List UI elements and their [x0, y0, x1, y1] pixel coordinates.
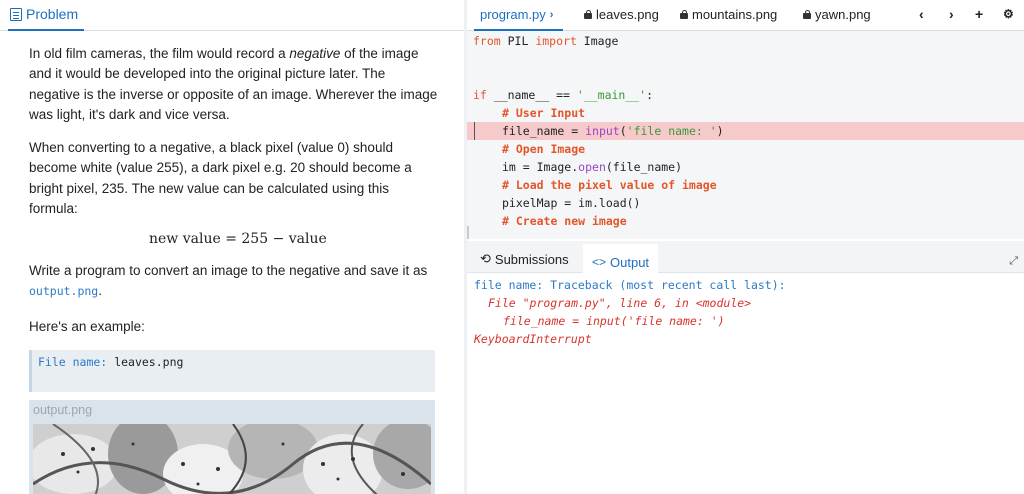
- code-line-5: # User Input: [502, 106, 586, 120]
- code-line-11: # Create new image: [502, 214, 627, 228]
- paragraph-example-intro: Here's an example:: [29, 319, 145, 334]
- tab-yawn-png-label: yawn.png: [815, 7, 871, 22]
- paragraph-intro: In old film cameras, the film would reco…: [29, 46, 438, 122]
- tab-mountains-png-label: mountains.png: [692, 7, 778, 22]
- code-line-9: # Load the pixel value of image: [502, 178, 717, 192]
- tab-submissions[interactable]: ⟲ Submissions: [480, 251, 569, 267]
- tab-submissions-label: Submissions: [494, 251, 569, 267]
- tab-program-py-label: program.py: [480, 7, 546, 22]
- output-console: file name: Traceback (most recent call l…: [467, 273, 1024, 494]
- expand-icon[interactable]: ⤢: [1009, 255, 1018, 268]
- code-brackets-icon: <>: [592, 255, 607, 269]
- console-line-4: KeyboardInterrupt: [474, 332, 592, 346]
- lock-icon: [584, 10, 592, 19]
- tab-problem[interactable]: Problem: [8, 6, 84, 31]
- tab-leaves-png-label: leaves.png: [596, 7, 659, 22]
- code-line-10: pixelMap = im.load(): [502, 196, 641, 210]
- code-editor[interactable]: from PIL import Image if __name__ == '__…: [467, 31, 1024, 239]
- problem-pane: Problem In old film cameras, the film wo…: [0, 0, 464, 494]
- tab-problem-label: Problem: [26, 6, 79, 22]
- code-line-4: if __name__ == '__main__':: [473, 88, 654, 102]
- example-input-label: File name:: [38, 355, 108, 369]
- history-icon: ⟲: [480, 251, 491, 266]
- tab-scroll-right-icon[interactable]: ›: [949, 6, 954, 22]
- tab-mountains-png[interactable]: mountains.png: [680, 7, 777, 22]
- console-line-3: file_name = input('file name: '): [503, 314, 725, 328]
- tab-output[interactable]: <> Output: [583, 244, 659, 274]
- paragraph-conversion: When converting to a negative, a black p…: [29, 140, 412, 216]
- tab-leaves-png[interactable]: leaves.png: [584, 7, 659, 22]
- tab-program-py[interactable]: program.py ›: [473, 7, 564, 31]
- tab-output-label: Output: [610, 254, 650, 270]
- example-input-value: leaves.png: [114, 355, 184, 369]
- add-file-button[interactable]: +: [975, 6, 983, 22]
- document-icon: [10, 8, 22, 21]
- text-cursor: [474, 122, 475, 140]
- editor-vertical-scrollbar[interactable]: [467, 226, 469, 239]
- example-output-box: output.png: [29, 400, 435, 494]
- example-output-label: output.png: [33, 403, 93, 417]
- console-line-2: File "program.py", line 6, in <module>: [488, 296, 752, 310]
- inline-code-filename: output.png: [29, 284, 99, 299]
- chevron-right-icon: ›: [549, 8, 554, 21]
- lock-icon: [803, 10, 811, 19]
- code-line-6: file_name = input('file name: '): [502, 124, 724, 138]
- formula: new value = 255 − value: [149, 231, 327, 247]
- editor-pane: program.py › leaves.png mountains.png ya…: [467, 0, 1024, 494]
- output-tabbar: ⟲ Submissions <> Output ⤢: [467, 241, 1024, 274]
- console-line-1: file name: Traceback (most recent call l…: [474, 278, 786, 292]
- file-tabbar: program.py › leaves.png mountains.png ya…: [467, 0, 1024, 31]
- paragraph-task: Write a program to convert an image to t…: [29, 263, 428, 299]
- example-input-box: File name: leaves.png: [29, 350, 435, 392]
- lock-icon: [680, 10, 688, 19]
- gear-icon[interactable]: ⚙: [1003, 7, 1014, 21]
- code-line-7: # Open Image: [502, 142, 586, 156]
- tab-scroll-left-icon[interactable]: ‹: [919, 6, 924, 22]
- negative-leaves-image: [33, 424, 431, 494]
- code-line-8: im = Image.open(file_name): [502, 160, 683, 174]
- problem-tabbar: Problem: [0, 0, 464, 31]
- code-line-1: from PIL import Image: [473, 34, 619, 48]
- tab-yawn-png[interactable]: yawn.png: [803, 7, 871, 22]
